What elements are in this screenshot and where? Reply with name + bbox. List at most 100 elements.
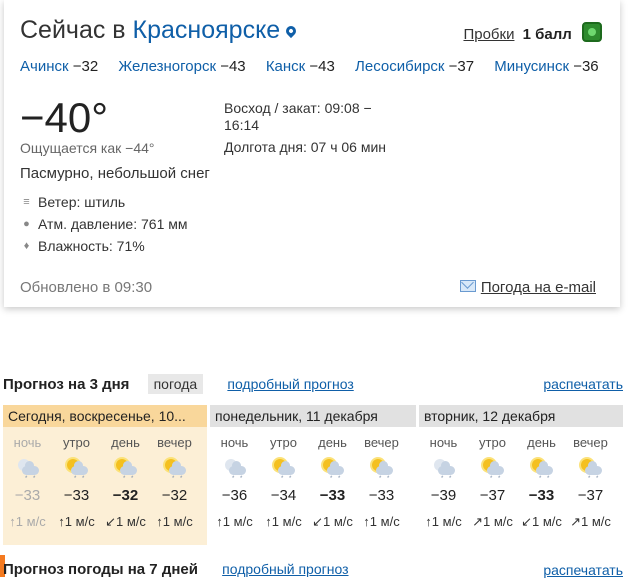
- cloud-snow-icon: * *: [65, 457, 89, 482]
- cloud-snow-icon: * *: [272, 457, 296, 482]
- wind-arrow-icon: ↗: [472, 514, 483, 529]
- nearby-city-temp: −32: [72, 58, 99, 75]
- day-part: вечер: [157, 435, 192, 450]
- wind-icon: ≡: [23, 196, 30, 208]
- wind-speed: 1 м/с: [116, 514, 146, 529]
- day-part: вечер: [364, 435, 399, 450]
- nearby-city: Канск −43: [266, 58, 335, 75]
- forecast-temp: −32: [112, 487, 139, 504]
- weather-condition: Пасмурно, небольшой снег: [20, 165, 210, 182]
- current-temperature: −40°: [20, 94, 109, 141]
- pressure-value: Атм. давление: 761 мм: [38, 216, 188, 232]
- day-part: ночь: [13, 435, 42, 450]
- day-header: Сегодня, воскресенье, 10...: [3, 405, 207, 427]
- forecast-wind: ↙1 м/с: [308, 514, 357, 530]
- wind-speed: 1 м/с: [581, 514, 611, 529]
- forecast-3day-title: Прогноз на 3 дня: [3, 376, 130, 393]
- forecast-day-tuesday: вторник, 12 декабря ночь * * −39 ↑1 м/с утро…: [419, 405, 623, 545]
- cloud-snow-icon: * *: [579, 457, 603, 482]
- city-link[interactable]: Красноярске: [133, 16, 281, 44]
- forecast-temp: −37: [577, 487, 604, 504]
- nearby-city: Минусинск −36: [494, 58, 598, 75]
- feels-like: Ощущается как −44°: [20, 140, 155, 156]
- forecast-wind: ↑1 м/с: [357, 514, 406, 529]
- updated-time: Обновлено в 09:30: [20, 279, 153, 296]
- location-pin-icon[interactable]: [284, 23, 299, 39]
- nearby-city-link[interactable]: Канск: [266, 58, 305, 75]
- forecast-wind: ↑1 м/с: [3, 514, 52, 529]
- forecast-temp: −33: [319, 487, 346, 504]
- forecast-slot: утро * * −37 ↗1 м/с: [468, 427, 517, 530]
- nearby-cities: Ачинск −32 Железногорск −43 Канск −43 Ле…: [20, 58, 615, 75]
- forecast-day-today: Сегодня, воскресенье, 10... ночь * * −33 ↑1…: [3, 405, 207, 545]
- sunrise-sunset: Восход / закат: 09:08 − 16:14: [224, 100, 372, 133]
- weather-tag-button[interactable]: погода: [147, 374, 204, 394]
- day-part: утро: [479, 435, 506, 450]
- day-length: Долгота дня: 07 ч 06 мин: [224, 139, 387, 155]
- forecast-temp: −36: [221, 487, 248, 504]
- email-link[interactable]: Погода на e-mail: [459, 279, 596, 296]
- email-link-label[interactable]: Погода на e-mail: [481, 279, 596, 296]
- wind-speed: 1 м/с: [222, 514, 253, 529]
- cloud-snow-icon: * *: [114, 457, 138, 482]
- forecast-wind: ↗1 м/с: [468, 514, 517, 530]
- cloud-snow-icon: * *: [223, 457, 247, 482]
- print-link[interactable]: распечатать: [543, 376, 623, 392]
- wind-arrow-icon: ↙: [105, 514, 116, 529]
- forecast-icon-wrap: * *: [150, 457, 199, 482]
- forecast-icon-wrap: * *: [101, 457, 150, 482]
- wind-row: ≡ Ветер: штиль: [20, 191, 188, 213]
- forecast-icon-wrap: * *: [210, 457, 259, 482]
- day-part: день: [527, 435, 556, 450]
- forecast-icon-wrap: * *: [259, 457, 308, 482]
- day-part: ночь: [220, 435, 249, 450]
- cloud-snow-icon: * *: [530, 457, 554, 482]
- forecast-wind: ↑1 м/с: [52, 514, 101, 529]
- forecast-wind: ↑1 м/с: [419, 514, 468, 529]
- forecast-7day-title: Прогноз погоды на 7 дней: [3, 561, 198, 578]
- forecast-icon-wrap: * *: [52, 457, 101, 482]
- forecast-icon-wrap: * *: [357, 457, 406, 482]
- envelope-icon: [459, 280, 476, 292]
- forecast-temp: −33: [63, 487, 90, 504]
- nearby-city-temp: −37: [448, 58, 475, 75]
- nearby-city: Лесосибирск −37: [355, 58, 474, 75]
- forecast-temp: −37: [479, 487, 506, 504]
- nearby-city-link[interactable]: Лесосибирск: [355, 58, 444, 75]
- forecast-temp: −33: [368, 487, 395, 504]
- forecast-7day-header: Прогноз погоды на 7 дней подробный прогн…: [3, 561, 623, 578]
- forecast-wind: ↙1 м/с: [101, 514, 150, 530]
- detailed-forecast-link[interactable]: подробный прогноз: [227, 376, 353, 392]
- traffic-light-icon: [582, 22, 602, 42]
- humidity-row: ♦ Влажность: 71%: [20, 235, 188, 257]
- wind-speed: 1 м/с: [483, 514, 513, 529]
- day-header: понедельник, 11 декабря: [210, 405, 416, 427]
- pressure-gauge-icon: ●: [23, 218, 30, 230]
- forecast-wind: ↗1 м/с: [566, 514, 615, 530]
- traffic-level: 1 балл: [522, 26, 572, 43]
- detailed-forecast-7day-link[interactable]: подробный прогноз: [222, 561, 348, 577]
- forecast-slot: ночь * * −33 ↑1 м/с: [3, 427, 52, 530]
- forecast-day-monday: понедельник, 11 декабря ночь * * −36 ↑1 м/с…: [210, 405, 416, 545]
- nearby-city-link[interactable]: Ачинск: [20, 58, 69, 75]
- forecast-3day-header: Прогноз на 3 дня погода подробный прогно…: [3, 374, 623, 394]
- forecast-slot: вечер * * −37 ↗1 м/с: [566, 427, 615, 530]
- forecast-slot: утро * * −34 ↑1 м/с: [259, 427, 308, 530]
- forecast-slot: утро * * −33 ↑1 м/с: [52, 427, 101, 530]
- traffic-link[interactable]: Пробки: [463, 26, 514, 43]
- forecast-icon-wrap: * *: [566, 457, 615, 482]
- nearby-city-temp: −36: [573, 58, 599, 75]
- forecast-slot: день * * −32 ↙1 м/с: [101, 427, 150, 530]
- nearby-city-link[interactable]: Минусинск: [494, 58, 569, 75]
- forecast-slot: ночь * * −36 ↑1 м/с: [210, 427, 259, 530]
- day-header: вторник, 12 декабря: [419, 405, 623, 427]
- forecast-temp: −34: [270, 487, 297, 504]
- day-part: ночь: [429, 435, 458, 450]
- humidity-value: Влажность: 71%: [38, 238, 145, 254]
- print-7day-link[interactable]: распечатать: [543, 562, 623, 578]
- wind-arrow-icon: ↗: [570, 514, 581, 529]
- weather-params: ≡ Ветер: штиль ● Атм. давление: 761 мм ♦ Вл…: [20, 191, 188, 257]
- forecast-slot: день * * −33 ↙1 м/с: [308, 427, 357, 530]
- cloud-snow-icon: * *: [16, 457, 40, 482]
- nearby-city-link[interactable]: Железногорск: [118, 58, 216, 75]
